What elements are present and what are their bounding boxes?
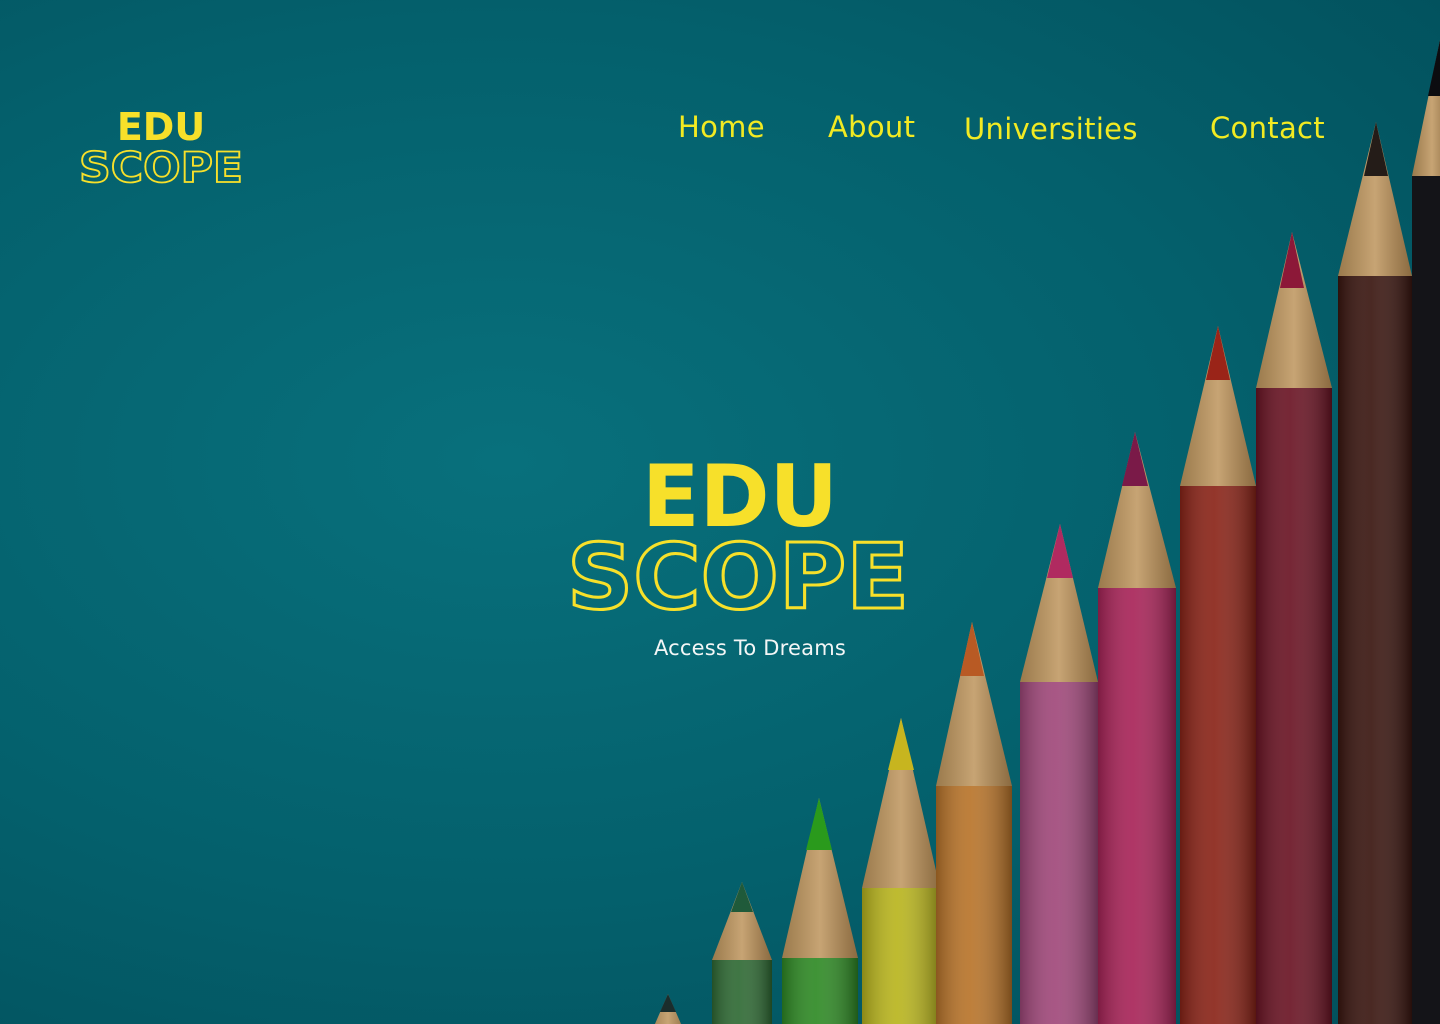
nav-contact-link[interactable]: Contact [1210, 111, 1325, 145]
hero-tagline: Access To Dreams [653, 636, 847, 660]
nav-about-link[interactable]: About [828, 110, 915, 144]
hero-title-line-2: SCOPE [567, 525, 909, 618]
logo-line-2: SCOPE [79, 143, 243, 188]
hero-logo: EDU SCOPE [560, 452, 920, 618]
header-logo[interactable]: EDU SCOPE [76, 104, 246, 188]
nav-home-link[interactable]: Home [678, 110, 765, 144]
nav-universities-link[interactable]: Universities [964, 112, 1138, 146]
